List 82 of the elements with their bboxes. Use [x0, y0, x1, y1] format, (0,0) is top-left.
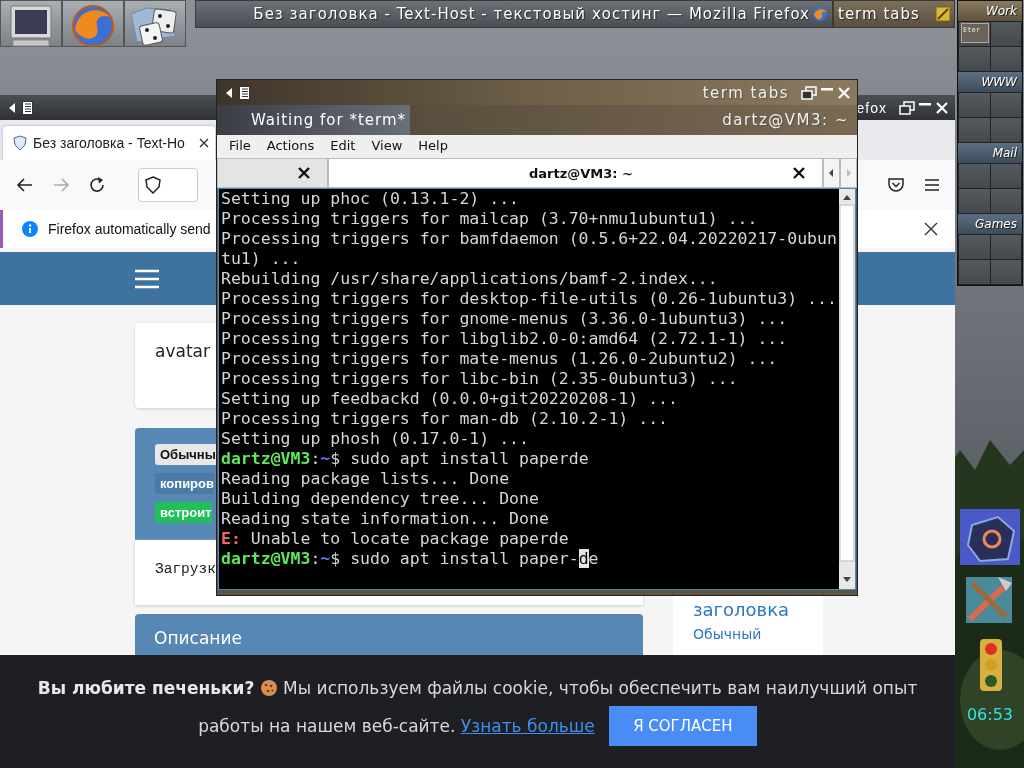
terminal-line: Processing triggers for mailcap (3.70+nmu1ubuntu1) ... [221, 209, 758, 228]
scroll-left-icon[interactable] [823, 158, 840, 188]
window-subtitle: dartz@VM3: ~ [722, 111, 850, 129]
command-text: $ sudo apt install paperde [330, 449, 589, 468]
section-title: Описание [154, 628, 242, 648]
globe-icon [812, 6, 828, 22]
error-label: E: [221, 529, 241, 548]
learn-more-link[interactable]: Узнать больше [460, 715, 595, 736]
error-text: Unable to locate package paperde [249, 529, 569, 548]
cookie-message: работы на нашем веб-сайте. Узнать больше [198, 715, 595, 736]
command-text: $ sudo apt install paper- [330, 549, 579, 568]
tag-button[interactable]: Обычны [155, 444, 216, 465]
menu-item[interactable]: Edit [322, 137, 364, 153]
terminal-line: Processing triggers for libc-bin (2.35-0ubuntu3) ... [221, 369, 738, 388]
restore-icon[interactable] [801, 85, 817, 100]
back-icon[interactable] [16, 177, 34, 193]
upload-text: Загрузк [155, 561, 216, 577]
taskbar-button[interactable]: term tabs [833, 0, 955, 28]
status-label: Waiting for *term* [217, 105, 410, 135]
terminal-line: Setting up phosh (0.17.0-1) ... [221, 429, 529, 448]
list-icon[interactable] [239, 85, 250, 100]
reload-icon[interactable] [88, 176, 106, 194]
url-field[interactable] [138, 168, 198, 202]
close-icon[interactable] [792, 166, 806, 180]
cookie-icon [259, 678, 278, 697]
close-icon[interactable] [297, 166, 311, 180]
avatar-text: avatar [155, 341, 210, 361]
prompt-separator: : [310, 549, 321, 568]
scrollbar[interactable] [839, 189, 855, 589]
menu-icon[interactable] [923, 177, 941, 193]
terminal-line: Processing triggers for desktop-file-utils (0.26-1ubuntu3) ... [221, 289, 837, 308]
desk-label[interactable]: WWW [958, 72, 1022, 92]
window-title: efox [856, 99, 887, 116]
terminal-line: Processing triggers for man-db (2.10.2-1) ... [221, 409, 669, 428]
shield-icon [145, 176, 161, 194]
terminal-line: Building dependency tree... Done [221, 489, 539, 508]
prompt-user: dartz@VM3 [221, 549, 311, 568]
taskbar-button[interactable]: Без заголовка - Text-Host - текстовый хостинг — Mozilla Firefox [195, 0, 833, 28]
menu-item[interactable]: View [363, 137, 411, 153]
prompt-separator: : [310, 449, 321, 468]
pocket-icon[interactable] [887, 176, 905, 194]
text-cursor: d [578, 549, 589, 568]
menu-item[interactable]: Actions [258, 137, 323, 153]
prompt-path: ~ [320, 449, 331, 468]
browser-tab[interactable]: Без заголовка - Text-Ho [3, 126, 215, 160]
desk-label[interactable]: Mail [958, 143, 1022, 163]
list-icon[interactable] [22, 100, 33, 115]
menu-icon[interactable] [134, 268, 160, 289]
cookie-message: Вы любите печеньки? Мы используем файлы cookie, чтобы обеспечить вам наилучший опыт [37, 677, 918, 698]
terminal-line: Processing triggers for gnome-menus (3.36.0-1ubuntu3) ... [221, 309, 788, 328]
terminal-line: Processing triggers for libglib2.0-0:amd64 (2.72.1-1) ... [221, 329, 788, 348]
close-icon[interactable] [923, 221, 939, 237]
terminal-line: Reading state information... Done [221, 509, 549, 528]
terminal-line: Setting up phoc (0.13.1-2) ... [221, 189, 519, 208]
close-icon[interactable] [198, 137, 210, 149]
sidebar-link[interactable]: заголовка [693, 599, 790, 620]
cube-logo-icon[interactable] [958, 507, 1022, 567]
notification-text: Firefox automatically send [48, 221, 211, 237]
shield-icon [13, 135, 27, 151]
desk-label[interactable]: Games [958, 214, 1022, 234]
clock: 06:53 [966, 705, 1014, 724]
terminal-tab[interactable]: dartz@VM3: ~ [328, 158, 823, 188]
info-icon [22, 221, 38, 237]
terminal-line: Processing triggers for mate-menus (1.26.0-2ubuntu2) ... [221, 349, 778, 368]
tag-button[interactable]: копиров [155, 473, 214, 494]
terminal-line: Rebuilding /usr/share/applications/bamf-2.index... [221, 269, 718, 288]
sidebar-link[interactable]: Обычный [693, 626, 762, 642]
pencil-icon [935, 6, 951, 22]
menu-item[interactable]: Help [410, 137, 456, 153]
prompt-user: dartz@VM3 [221, 449, 311, 468]
restore-icon[interactable] [899, 100, 915, 115]
desk-label[interactable]: Work [958, 1, 1022, 21]
window-title: term tabs [702, 83, 789, 102]
menu-item[interactable]: File [221, 137, 259, 153]
arrow-left-icon[interactable] [225, 86, 233, 99]
terminal-line: Processing triggers for bamfdaemon (0.5.6+22.04.20220217-0ubun [221, 229, 837, 248]
arrow-left-icon[interactable] [8, 101, 16, 114]
terminal-line: Reading package lists... Done [221, 469, 510, 488]
prompt-path: ~ [320, 549, 331, 568]
terminal-line: Setting up feedbackd (0.0.0+git20220208-1) ... [221, 389, 678, 408]
terminal-line: tu1) ... [221, 249, 301, 268]
command-text: e [588, 549, 599, 568]
